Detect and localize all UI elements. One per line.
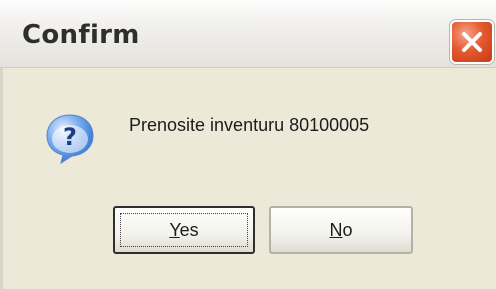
yes-button[interactable]: Yes	[113, 206, 255, 254]
close-button[interactable]	[450, 20, 494, 64]
svg-text:?: ?	[63, 123, 77, 151]
dialog-body: ? Prenosite inventuru 80100005 Yes No	[0, 68, 496, 289]
confirm-message: Prenosite inventuru 80100005	[129, 115, 370, 135]
title-bar[interactable]: Confirm	[0, 0, 496, 68]
dialog-title: Confirm	[22, 20, 140, 50]
no-button-label: No	[329, 220, 352, 240]
confirm-dialog: Confirm ? Prenosite inventuru 80100005 Y…	[0, 0, 496, 289]
yes-button-label: Yes	[169, 220, 198, 240]
yes-label-rest: es	[179, 220, 199, 240]
question-icon: ?	[46, 114, 94, 165]
no-label-rest: o	[342, 220, 353, 240]
no-button[interactable]: No	[269, 206, 413, 254]
yes-accelerator: Y	[169, 220, 180, 240]
close-icon	[462, 32, 482, 52]
no-accelerator: N	[329, 220, 343, 240]
